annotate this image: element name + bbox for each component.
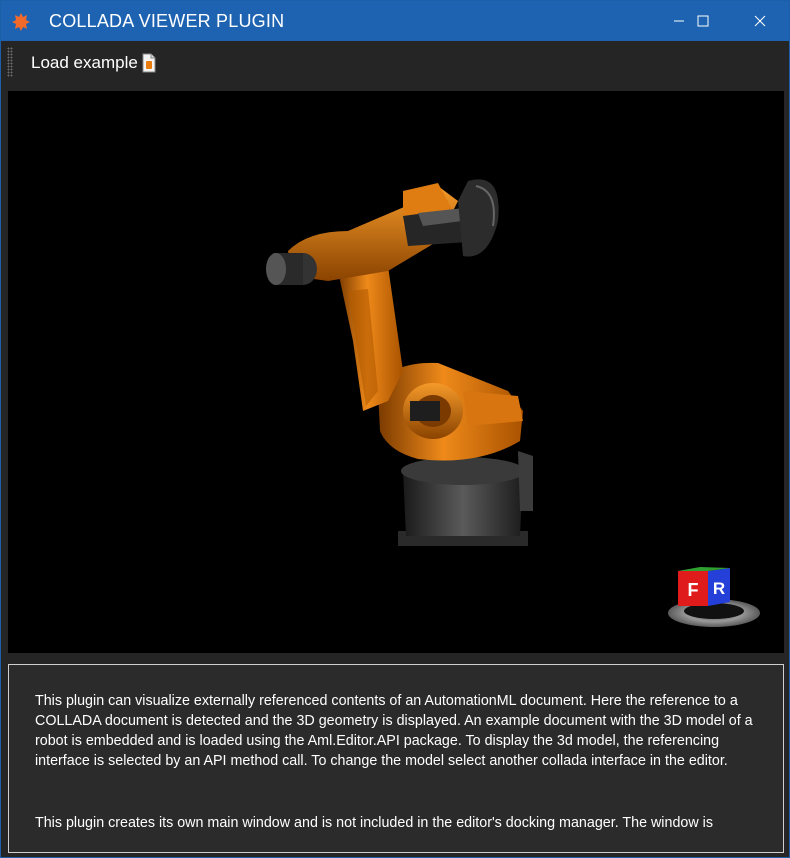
toolbar-grip[interactable] (7, 47, 13, 77)
robot-arm-3d-model (266, 179, 533, 546)
window-title: COLLADA VIEWER PLUGIN (49, 11, 285, 31)
maximize-icon (697, 15, 709, 27)
load-example-button[interactable]: Load example (27, 50, 162, 76)
title-bar[interactable]: COLLADA VIEWER PLUGIN (1, 1, 789, 41)
3d-viewport[interactable]: F R (8, 91, 784, 653)
description-paragraph-2: This plugin creates its own main window … (35, 815, 713, 831)
load-example-label: Load example (31, 53, 138, 72)
document-icon (142, 53, 156, 73)
maximize-button[interactable] (680, 1, 726, 41)
close-button[interactable] (737, 1, 783, 41)
view-cube-right-label: R (713, 579, 725, 598)
plugin-window: COLLADA VIEWER PLUGIN Load example F R T… (0, 0, 790, 858)
description-panel[interactable]: This plugin can visualize externally ref… (8, 664, 784, 853)
collada-plugin-icon (12, 13, 30, 31)
view-cube[interactable]: F R (668, 567, 760, 627)
description-paragraph-1: This plugin can visualize externally ref… (35, 693, 753, 769)
toolbar: Load example (1, 41, 789, 87)
close-icon (754, 15, 766, 27)
view-cube-front-label: F (688, 580, 699, 600)
